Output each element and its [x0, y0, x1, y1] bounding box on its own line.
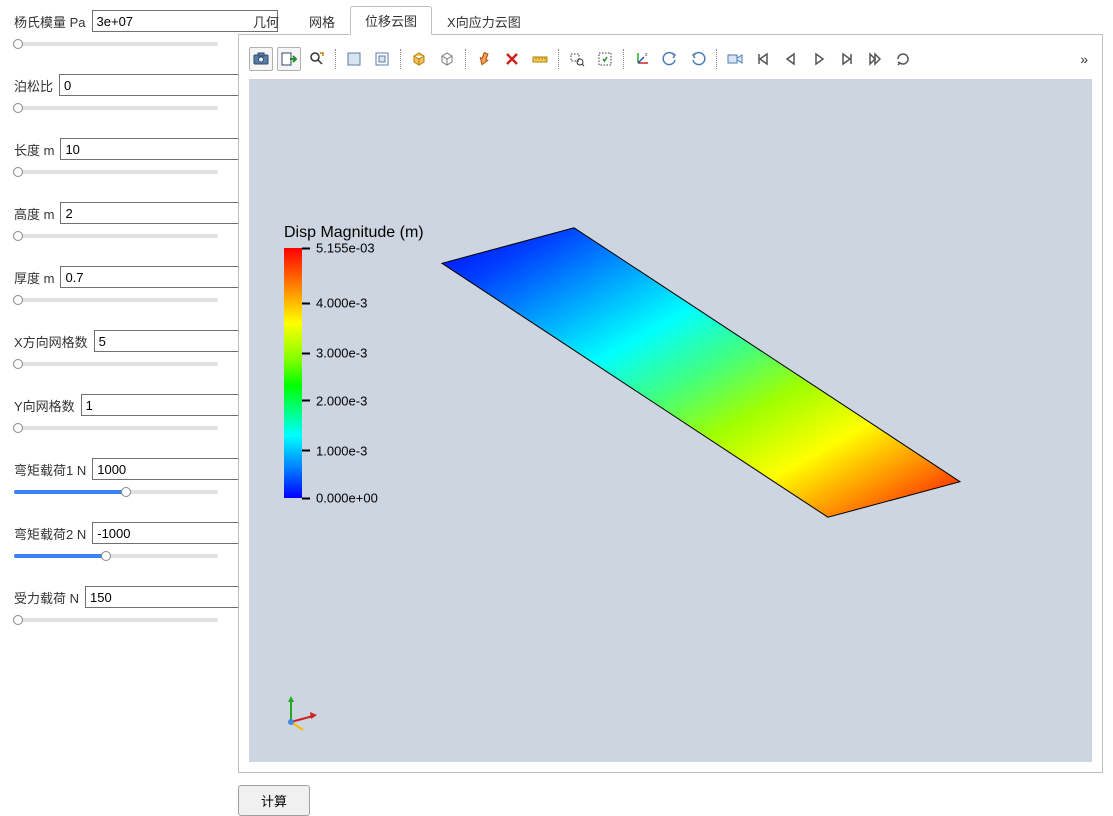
- delete-icon[interactable]: [500, 47, 524, 71]
- param-poisson: 泊松比: [14, 74, 218, 116]
- svg-text:z: z: [645, 52, 648, 58]
- param-label: 泊松比: [14, 76, 53, 95]
- moment2-slider[interactable]: [14, 548, 218, 564]
- legend-colorbar: [284, 248, 302, 498]
- legend-tick: 4.000e-3: [316, 296, 367, 311]
- legend-tick: 5.155e-03: [316, 241, 375, 256]
- viewer-toolbar: z: [249, 45, 1092, 79]
- force-slider[interactable]: [14, 612, 218, 628]
- param-mesh-x: X方向网格数: [14, 330, 218, 372]
- toolbar-separator: [623, 49, 624, 69]
- legend-tick: 0.000e+00: [316, 491, 378, 506]
- select-icon[interactable]: [593, 47, 617, 71]
- param-label: X方向网格数: [14, 332, 88, 351]
- poisson-slider[interactable]: [14, 100, 218, 116]
- mesh-x-slider[interactable]: [14, 356, 218, 372]
- wireframe-icon[interactable]: [435, 47, 459, 71]
- export-icon[interactable]: [277, 47, 301, 71]
- cube-axes-icon[interactable]: [407, 47, 431, 71]
- next-frame-icon[interactable]: [835, 47, 859, 71]
- tab-geometry[interactable]: 几何: [238, 7, 294, 35]
- param-thickness: 厚度 m: [14, 266, 218, 308]
- param-mesh-y: Y向网格数: [14, 394, 218, 436]
- youngs-modulus-slider[interactable]: [14, 36, 218, 52]
- surface-icon[interactable]: [342, 47, 366, 71]
- moment1-slider[interactable]: [14, 484, 218, 500]
- param-length: 长度 m: [14, 138, 218, 180]
- param-label: 受力载荷 N: [14, 588, 79, 607]
- bounds-icon[interactable]: [370, 47, 394, 71]
- param-moment1: 弯矩载荷1 N: [14, 458, 218, 500]
- legend-tick: 2.000e-3: [316, 393, 367, 408]
- param-label: 杨氏模量 Pa: [14, 12, 86, 31]
- first-frame-icon[interactable]: [751, 47, 775, 71]
- length-slider[interactable]: [14, 164, 218, 180]
- param-label: 厚度 m: [14, 268, 54, 287]
- parameter-sidebar: 杨氏模量 Pa 泊松比 长度 m: [0, 0, 232, 798]
- 3d-viewport[interactable]: Disp Magnitude (m) 5.155e-03 4.000e-3 3.…: [249, 79, 1092, 762]
- legend-tick: 1.000e-3: [316, 443, 367, 458]
- toolbar-separator: [558, 49, 559, 69]
- calculate-button[interactable]: 计算: [238, 785, 310, 816]
- toolbar-overflow-icon[interactable]: »: [1076, 51, 1092, 67]
- param-height: 高度 m: [14, 202, 218, 244]
- view-tabs: 几何 网格 位移云图 X向应力云图: [238, 6, 1103, 34]
- axis-triad-icon: [281, 692, 321, 732]
- thickness-input[interactable]: [60, 266, 246, 288]
- param-youngs-modulus: 杨氏模量 Pa: [14, 10, 218, 52]
- param-label: 弯矩载荷2 N: [14, 524, 86, 543]
- param-moment2: 弯矩载荷2 N: [14, 522, 218, 564]
- prev-frame-icon[interactable]: [779, 47, 803, 71]
- toolbar-separator: [465, 49, 466, 69]
- toolbar-separator: [335, 49, 336, 69]
- tab-stress-x[interactable]: X向应力云图: [432, 7, 536, 35]
- glyph-icon[interactable]: [472, 47, 496, 71]
- tab-mesh[interactable]: 网格: [294, 7, 350, 35]
- legend-tick: 3.000e-3: [316, 346, 367, 361]
- tab-displacement[interactable]: 位移云图: [350, 6, 432, 35]
- length-input[interactable]: [60, 138, 246, 160]
- rotate-left-icon[interactable]: [658, 47, 682, 71]
- param-label: Y向网格数: [14, 396, 75, 415]
- legend-title: Disp Magnitude (m): [284, 224, 424, 242]
- zoom-box-icon[interactable]: [565, 47, 589, 71]
- loop-icon[interactable]: [891, 47, 915, 71]
- play-icon[interactable]: [807, 47, 831, 71]
- height-slider[interactable]: [14, 228, 218, 244]
- last-frame-icon[interactable]: [863, 47, 887, 71]
- ruler-icon[interactable]: [528, 47, 552, 71]
- toolbar-separator: [716, 49, 717, 69]
- rotate-right-icon[interactable]: [686, 47, 710, 71]
- param-label: 高度 m: [14, 204, 54, 223]
- reset-zoom-icon[interactable]: [305, 47, 329, 71]
- viewer-panel: z: [238, 34, 1103, 773]
- camera-play-icon[interactable]: [723, 47, 747, 71]
- param-label: 长度 m: [14, 140, 54, 159]
- thickness-slider[interactable]: [14, 292, 218, 308]
- toolbar-separator: [400, 49, 401, 69]
- param-force: 受力载荷 N: [14, 586, 218, 628]
- height-input[interactable]: [60, 202, 246, 224]
- color-legend: Disp Magnitude (m) 5.155e-03 4.000e-3 3.…: [284, 224, 424, 498]
- poisson-input[interactable]: [59, 74, 245, 96]
- mesh-y-slider[interactable]: [14, 420, 218, 436]
- screenshot-icon[interactable]: [249, 47, 273, 71]
- param-label: 弯矩载荷1 N: [14, 460, 86, 479]
- main-area: 几何 网格 位移云图 X向应力云图: [232, 0, 1113, 798]
- axes-triad-icon[interactable]: z: [630, 47, 654, 71]
